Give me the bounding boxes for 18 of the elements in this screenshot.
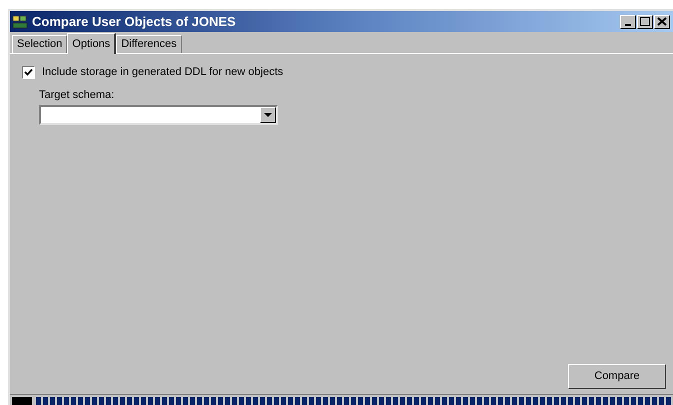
window-title: Compare User Objects of JONES (32, 15, 236, 28)
status-pane (12, 396, 32, 404)
field-label: Target schema: (39, 88, 116, 102)
checkbox-label: Include storage in generated DDL for new objects (42, 65, 284, 80)
checkbox[interactable] (22, 66, 35, 79)
compare-button[interactable]: Compare (568, 364, 666, 389)
checkmark-icon (24, 68, 33, 77)
schema-dropdown[interactable] (39, 105, 278, 125)
minimize-button[interactable] (620, 14, 636, 28)
close-button[interactable] (654, 14, 670, 28)
tab[interactable]: Options (67, 33, 116, 54)
maximize-button[interactable] (637, 14, 653, 28)
maximize-icon (640, 17, 650, 26)
minimize-icon (625, 24, 631, 26)
app-icon (12, 14, 28, 30)
close-icon (657, 17, 667, 26)
tab[interactable]: Selection (12, 35, 68, 53)
tab[interactable]: Differences (116, 35, 182, 53)
